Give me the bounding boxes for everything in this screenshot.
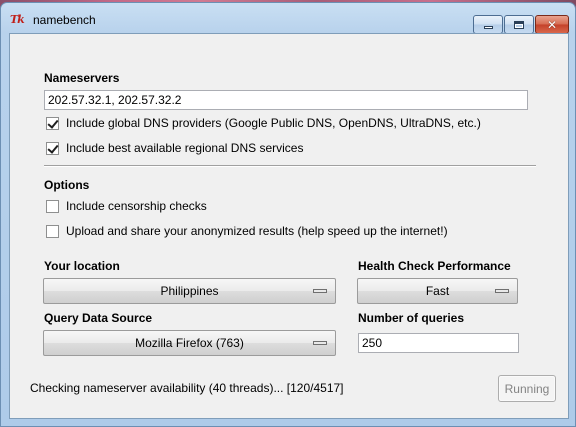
status-text: Checking nameserver availability (40 thr… [30, 381, 344, 395]
location-heading: Your location [44, 259, 120, 273]
include-regional-label: Include best available regional DNS serv… [66, 141, 304, 155]
censorship-checkbox[interactable] [46, 199, 59, 213]
minimize-icon [483, 26, 493, 29]
health-selected: Fast [425, 284, 450, 298]
censorship-label: Include censorship checks [66, 199, 207, 213]
location-selected: Philippines [160, 284, 219, 298]
dropdown-indicator-icon [313, 289, 327, 293]
include-regional-checkbox[interactable] [46, 141, 59, 155]
options-heading: Options [44, 178, 90, 192]
include-global-row[interactable]: Include global DNS providers (Google Pub… [46, 116, 481, 130]
nameservers-input[interactable]: 202.57.32.1, 202.57.32.2 [44, 90, 528, 110]
queries-heading: Number of queries [358, 311, 465, 325]
tk-app-icon: Tk [10, 13, 25, 26]
upload-row[interactable]: Upload and share your anonymized results… [46, 224, 448, 238]
main-panel: Nameservers 202.57.32.1, 202.57.32.2 Inc… [9, 33, 569, 419]
maximize-icon [514, 20, 524, 29]
dropdown-indicator-icon [495, 289, 509, 293]
app-window: Tk namebench ✕ Nameservers 202.57.32.1, … [0, 2, 576, 427]
window-title: namebench [33, 13, 96, 27]
running-button[interactable]: Running [498, 375, 556, 402]
close-button[interactable]: ✕ [535, 15, 569, 34]
queries-input[interactable]: 250 [358, 333, 519, 353]
close-icon: ✕ [546, 17, 558, 32]
upload-label: Upload and share your anonymized results… [66, 224, 448, 238]
health-dropdown[interactable]: Fast [357, 278, 518, 304]
maximize-button[interactable] [504, 15, 534, 34]
section-divider [44, 165, 536, 167]
data-source-selected: Mozilla Firefox (763) [135, 336, 244, 350]
health-heading: Health Check Performance [358, 259, 511, 273]
title-bar[interactable]: Tk namebench ✕ [1, 3, 575, 34]
minimize-button[interactable] [473, 15, 503, 34]
include-global-label: Include global DNS providers (Google Pub… [66, 116, 481, 130]
include-global-checkbox[interactable] [46, 116, 59, 130]
data-source-dropdown[interactable]: Mozilla Firefox (763) [43, 330, 336, 356]
upload-checkbox[interactable] [46, 224, 59, 238]
location-dropdown[interactable]: Philippines [43, 278, 336, 304]
nameservers-heading: Nameservers [44, 71, 120, 85]
dropdown-indicator-icon [313, 341, 327, 345]
include-regional-row[interactable]: Include best available regional DNS serv… [46, 141, 303, 155]
data-source-heading: Query Data Source [44, 311, 153, 325]
censorship-row[interactable]: Include censorship checks [46, 199, 207, 213]
